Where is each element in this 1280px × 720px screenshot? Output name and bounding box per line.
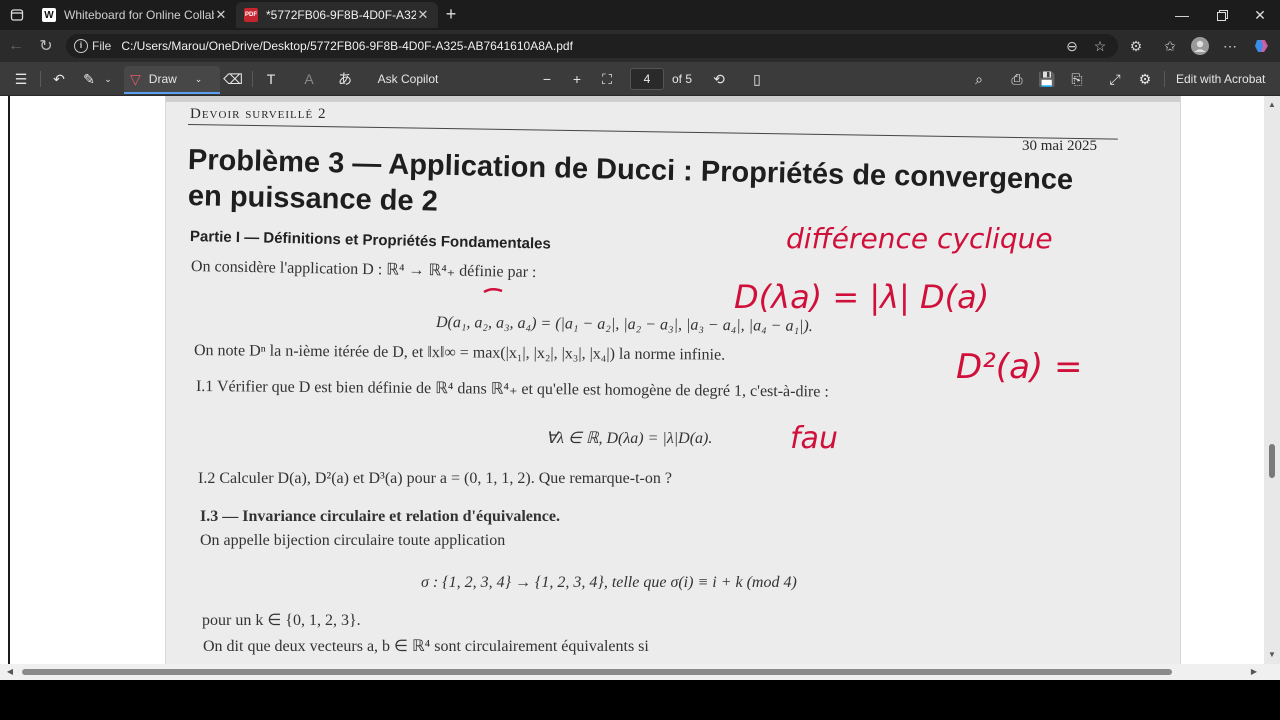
more-menu-icon[interactable]: ⋯: [1220, 36, 1240, 56]
tab-pdf[interactable]: PDF *5772FB06-9F8B-4D0F-A325-AB7641610A8…: [236, 2, 438, 28]
pdf-toolbar: ☰ ↶ ✎ ⌄ ▽ Draw ⌄ ⌫ T A あ Ask Copilot − +…: [0, 62, 1280, 96]
question-1-3: I.3 — Invariance circulaire et relation …: [200, 508, 560, 525]
header-rule: [187, 124, 1118, 140]
settings-gear-icon[interactable]: ⚙: [1134, 68, 1156, 90]
close-tab-icon[interactable]: ✕: [214, 8, 228, 22]
rotate-icon[interactable]: ⟲: [708, 68, 730, 90]
vertical-scrollbar[interactable]: ▲ ▼: [1264, 96, 1280, 664]
close-tab-icon[interactable]: ✕: [416, 8, 430, 22]
tab-title: Whiteboard for Online Collaboration: [64, 8, 214, 22]
bijection-definition: On appelle bijection circulaire toute ap…: [200, 532, 506, 549]
document-date: 30 mai 2025: [1022, 138, 1097, 154]
highlight-icon[interactable]: ✎: [78, 68, 100, 90]
problem-title-continued: en puissance de 2: [187, 180, 439, 218]
translate-icon[interactable]: あ: [334, 68, 356, 90]
chevron-down-icon[interactable]: ⌄: [102, 68, 114, 90]
draw-label: Draw: [148, 72, 177, 86]
info-icon[interactable]: i: [74, 39, 88, 53]
divider: [40, 71, 41, 87]
zoom-in-icon[interactable]: +: [566, 68, 588, 90]
equivalence-definition: On dit que deux vecteurs a, b ∈ ℝ⁴ sont …: [203, 638, 649, 655]
ducci-formula: D(a₁, a₂, a₃, a₄) = (|a₁ − a₂|, |a₂ − a₃…: [435, 314, 813, 335]
search-icon[interactable]: ⌕: [968, 68, 990, 90]
contents-icon[interactable]: ☰: [10, 68, 32, 90]
tab-title: *5772FB06-9F8B-4D0F-A325-AB7641610A8A.pd…: [266, 8, 416, 22]
restore-icon[interactable]: [1202, 0, 1242, 30]
zoom-icon[interactable]: ⊖: [1062, 36, 1082, 56]
url-path: C:/Users/Marou/OneDrive/Desktop/5772FB06…: [121, 39, 573, 53]
save-icon[interactable]: 💾: [1036, 68, 1058, 90]
section-heading: Partie I — Définitions et Propriétés Fon…: [189, 228, 552, 253]
undo-icon[interactable]: ↶: [48, 68, 70, 90]
divider: [252, 71, 253, 87]
scroll-up-icon[interactable]: ▲: [1264, 98, 1280, 112]
whiteboard-favicon-icon: W: [42, 8, 56, 22]
ink-underline: [483, 288, 503, 294]
url-field[interactable]: i File C:/Users/Marou/OneDrive/Desktop/5…: [66, 34, 1118, 58]
ink-note-fau: fau: [790, 421, 838, 456]
page-view-icon[interactable]: ▯: [746, 68, 768, 90]
homogeneity-formula: ∀λ ∈ ℝ, D(λa) = |λ|D(a).: [546, 430, 713, 447]
read-aloud-icon[interactable]: A: [298, 68, 320, 90]
text-box-icon[interactable]: T: [260, 68, 282, 90]
new-tab-icon[interactable]: +: [442, 5, 460, 23]
document-header: Devoir surveillé 2: [190, 106, 327, 122]
ask-copilot-button[interactable]: Ask Copilot: [376, 68, 440, 90]
scroll-right-icon[interactable]: ▶: [1246, 664, 1262, 680]
horizontal-scroll-thumb[interactable]: [22, 669, 1172, 675]
pdf-viewer[interactable]: Devoir surveillé 2 30 mai 2025 Problème …: [0, 96, 1280, 664]
sigma-formula: σ : {1, 2, 3, 4} → {1, 2, 3, 4}, telle q…: [421, 574, 797, 591]
page-shadow: [166, 96, 1180, 102]
page-total: of 5: [671, 72, 692, 86]
print-icon[interactable]: ⎙: [1006, 68, 1028, 90]
pen-icon: ▽: [130, 70, 141, 87]
refresh-icon[interactable]: ↻: [36, 36, 56, 56]
viewer-edge: [8, 96, 10, 664]
profile-avatar-icon[interactable]: [1190, 36, 1210, 56]
fullscreen-icon[interactable]: ⤢: [1104, 68, 1126, 90]
scrollbar-corner: [1264, 664, 1280, 680]
k-condition: pour un k ∈ {0, 1, 2, 3}.: [202, 612, 361, 629]
eraser-icon[interactable]: ⌫: [222, 68, 244, 90]
copilot-icon[interactable]: [1252, 36, 1272, 56]
back-icon[interactable]: ←: [6, 36, 26, 56]
vertical-scroll-thumb[interactable]: [1269, 444, 1275, 478]
ink-note-difference: différence cyclique: [786, 222, 1053, 255]
chevron-down-icon: ⌄: [194, 73, 203, 84]
intro-text: On considère l'application D : ℝ⁴ → ℝ⁴₊ …: [190, 258, 537, 282]
close-window-icon[interactable]: ✕: [1240, 0, 1280, 30]
pdf-favicon-icon: PDF: [244, 8, 258, 22]
tab-actions-icon[interactable]: [6, 4, 28, 26]
scroll-down-icon[interactable]: ▼: [1264, 648, 1280, 662]
screen-bottom: [0, 680, 1280, 720]
norm-definition: On note Dⁿ la n-ième itérée de D, et ‖x‖…: [193, 342, 726, 364]
divider: [1164, 71, 1165, 87]
draw-button[interactable]: ▽ Draw ⌄: [124, 66, 220, 94]
question-1-2: I.2 Calculer D(a), D²(a) et D³(a) pour a…: [198, 470, 672, 487]
ink-note-d2: D²(a) =: [956, 347, 1082, 387]
pdf-page[interactable]: Devoir surveillé 2 30 mai 2025 Problème …: [165, 96, 1181, 664]
fit-page-icon[interactable]: ⛶: [596, 68, 618, 90]
question-1-1: I.1 Vérifier que D est bien définie de ℝ…: [195, 378, 829, 401]
horizontal-scrollbar[interactable]: ◀ ▶: [0, 664, 1264, 680]
scroll-left-icon[interactable]: ◀: [2, 664, 18, 680]
edit-with-acrobat-button[interactable]: Edit with Acrobat: [1176, 68, 1268, 90]
favorites-icon[interactable]: ✩: [1160, 36, 1180, 56]
url-scheme: File: [92, 39, 112, 53]
minimize-icon[interactable]: —: [1162, 0, 1202, 30]
address-bar: ← ↻ i File C:/Users/Marou/OneDrive/Deskt…: [0, 30, 1280, 62]
favorite-star-icon[interactable]: ☆: [1090, 36, 1110, 56]
extensions-icon[interactable]: ⚙: [1126, 36, 1146, 56]
page-number-input[interactable]: 4: [630, 68, 664, 90]
tab-whiteboard[interactable]: W Whiteboard for Online Collaboration ✕: [34, 2, 236, 28]
ink-note-homogeneity: D(λa) = |λ| D(a): [734, 278, 989, 316]
zoom-out-icon[interactable]: −: [536, 68, 558, 90]
tab-strip: W Whiteboard for Online Collaboration ✕ …: [0, 0, 1280, 30]
save-as-icon[interactable]: ⎘: [1066, 68, 1088, 90]
